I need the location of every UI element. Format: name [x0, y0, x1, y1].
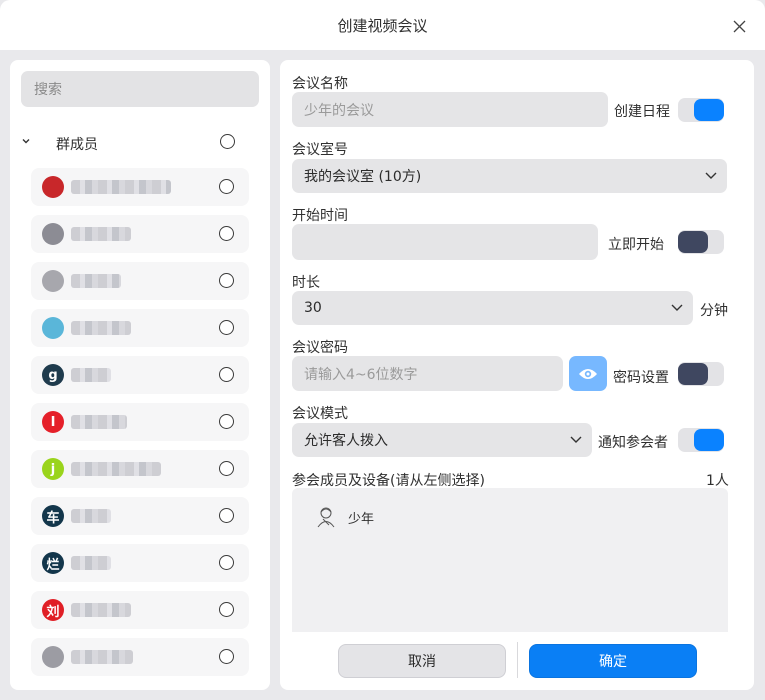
- avatar: [42, 317, 64, 339]
- avatar: 车: [42, 505, 64, 527]
- cancel-button[interactable]: 取消: [338, 644, 506, 678]
- member-item[interactable]: [31, 638, 249, 676]
- member-name-redacted: [71, 462, 161, 476]
- dialog-titlebar: 创建视频会议: [0, 0, 765, 50]
- member-select-radio[interactable]: [219, 508, 234, 523]
- member-item[interactable]: [31, 215, 249, 253]
- duration-unit: 分钟: [700, 303, 728, 319]
- member-name-redacted: [71, 227, 131, 241]
- start-now-toggle[interactable]: [678, 230, 724, 254]
- meeting-name-label: 会议名称: [292, 76, 348, 92]
- room-value: 我的会议室 (10方): [304, 169, 422, 185]
- participant-item[interactable]: 少年: [316, 506, 374, 528]
- chevron-down-icon[interactable]: [20, 135, 32, 147]
- participants-list: 少年: [292, 488, 728, 632]
- start-time-label: 开始时间: [292, 208, 348, 224]
- schedule-label: 创建日程: [614, 104, 670, 120]
- meeting-name-placeholder: 少年的会议: [304, 102, 374, 119]
- member-name-redacted: [71, 650, 133, 664]
- chevron-down-icon: [570, 436, 582, 443]
- duration-value: 30: [304, 300, 322, 316]
- member-name-redacted: [71, 415, 127, 429]
- participant-name: 少年: [348, 511, 375, 527]
- member-select-radio[interactable]: [219, 367, 234, 382]
- avatar: [42, 646, 64, 668]
- participants-count: 1人: [706, 473, 729, 489]
- close-button[interactable]: [727, 14, 751, 38]
- avatar: j: [42, 458, 64, 480]
- meeting-form: 会议名称 少年的会议 创建日程 会议室号 我的会议室 (10方) 开始时间 立即…: [280, 60, 754, 690]
- password-input[interactable]: 请输入4~6位数字: [292, 356, 563, 391]
- member-name-redacted: [71, 556, 111, 570]
- search-input[interactable]: 搜索: [21, 71, 259, 107]
- close-icon: [733, 20, 745, 32]
- meeting-name-input[interactable]: 少年的会议: [292, 92, 608, 127]
- member-select-radio[interactable]: [219, 273, 234, 288]
- member-item[interactable]: g: [31, 356, 249, 394]
- member-name-redacted: [71, 180, 171, 194]
- avatar: I: [42, 411, 64, 433]
- member-name-redacted: [71, 321, 131, 335]
- member-name-redacted: [71, 509, 111, 523]
- group-label: 群成员: [56, 137, 98, 153]
- group-header[interactable]: 群成员: [10, 126, 270, 158]
- password-placeholder: 请输入4~6位数字: [304, 366, 418, 383]
- schedule-toggle[interactable]: [678, 98, 724, 122]
- member-item[interactable]: j: [31, 450, 249, 488]
- member-select-radio[interactable]: [219, 179, 234, 194]
- avatar: g: [42, 364, 64, 386]
- search-placeholder: 搜索: [34, 82, 62, 98]
- member-name-redacted: [71, 368, 111, 382]
- password-setting-label: 密码设置: [613, 370, 669, 386]
- member-select-radio[interactable]: [219, 414, 234, 429]
- user-avatar-icon: [317, 507, 335, 528]
- member-item[interactable]: 车: [31, 497, 249, 535]
- avatar: [42, 176, 64, 198]
- member-select-radio[interactable]: [219, 649, 234, 664]
- member-item[interactable]: [31, 309, 249, 347]
- chevron-down-icon: [705, 172, 717, 179]
- member-select-radio[interactable]: [219, 320, 234, 335]
- duration-select[interactable]: 30: [292, 291, 693, 325]
- member-item[interactable]: I: [31, 403, 249, 441]
- chevron-down-icon: [671, 304, 683, 311]
- member-name-redacted: [71, 274, 121, 288]
- avatar: 刘: [42, 599, 64, 621]
- mode-value: 允许客人拨入: [304, 433, 388, 449]
- member-panel: 搜索 群成员 g Ij 车烂刘: [10, 60, 270, 690]
- start-time-input[interactable]: [292, 224, 598, 260]
- avatar: [42, 223, 64, 245]
- password-toggle[interactable]: [678, 362, 724, 386]
- button-divider: [517, 642, 518, 678]
- room-select[interactable]: 我的会议室 (10方): [292, 159, 727, 193]
- start-now-label: 立即开始: [608, 237, 664, 253]
- select-all-radio[interactable]: [220, 134, 235, 149]
- member-item[interactable]: [31, 168, 249, 206]
- avatar: 烂: [42, 552, 64, 574]
- password-label: 会议密码: [292, 340, 348, 356]
- member-item[interactable]: 刘: [31, 591, 249, 629]
- mode-select[interactable]: 允许客人拨入: [292, 423, 592, 457]
- member-select-radio[interactable]: [219, 226, 234, 241]
- duration-label: 时长: [292, 275, 320, 291]
- room-label: 会议室号: [292, 142, 348, 158]
- dialog-title: 创建视频会议: [337, 17, 428, 35]
- member-select-radio[interactable]: [219, 461, 234, 476]
- avatar: [42, 270, 64, 292]
- mode-label: 会议模式: [292, 406, 348, 422]
- member-select-radio[interactable]: [219, 555, 234, 570]
- show-password-button[interactable]: [569, 356, 607, 391]
- eye-icon: [579, 368, 597, 379]
- member-name-redacted: [71, 603, 131, 617]
- notify-label: 通知参会者: [598, 435, 668, 451]
- notify-toggle[interactable]: [678, 428, 724, 452]
- member-item[interactable]: 烂: [31, 544, 249, 582]
- member-item[interactable]: [31, 262, 249, 300]
- participants-label: 参会成员及设备(请从左侧选择): [292, 473, 485, 489]
- confirm-button[interactable]: 确定: [529, 644, 697, 678]
- member-select-radio[interactable]: [219, 602, 234, 617]
